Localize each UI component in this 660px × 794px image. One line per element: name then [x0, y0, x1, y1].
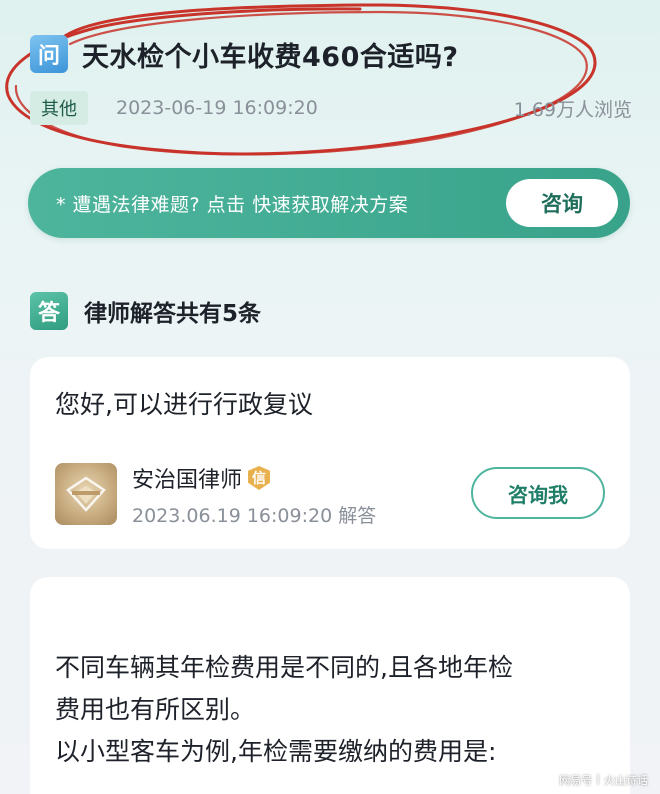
- view-count: 1.69万人浏览: [513, 98, 632, 121]
- question-title: 天水检个小车收费460合适吗?: [82, 41, 459, 73]
- answer-badge: 答: [30, 292, 68, 330]
- answer-line: 以小型客车为例,年检需要缴纳的费用是:: [55, 737, 497, 766]
- answer-card: 您好,可以进行行政复议 安治国律师 信 2023.06.19 16:09:20 …: [30, 357, 630, 549]
- consult-button[interactable]: 咨询: [506, 179, 618, 227]
- question-date: 2023-06-19 16:09:20: [116, 97, 318, 119]
- question-badge: 问: [30, 35, 68, 73]
- law-firm-logo-icon: [66, 476, 106, 512]
- lawyer-avatar[interactable]: [55, 463, 117, 525]
- question-meta: 其他 2023-06-19 16:09:20 1.69万人浏览: [30, 90, 632, 126]
- category-tag[interactable]: 其他: [30, 91, 88, 125]
- lawyer-info: 安治国律师 信 2023.06.19 16:09:20 解答 咨询我: [55, 461, 605, 527]
- question-header: 问 天水检个小车收费460合适吗?: [30, 34, 640, 74]
- consult-banner[interactable]: * 遭遇法律难题? 点击 快速获取解决方案 咨询: [28, 168, 630, 238]
- lawyer-name[interactable]: 安治国律师: [132, 462, 242, 494]
- verified-badge-icon: 信: [248, 466, 271, 490]
- watermark-source: 网易号: [559, 774, 593, 787]
- answer-text: 您好,可以进行行政复议: [55, 390, 313, 419]
- answer-time: 2023.06.19 16:09:20 解答: [132, 505, 377, 527]
- watermark: 网易号 | 火山诗话: [559, 772, 648, 788]
- answer-body: 不同车辆其年检费用是不同的,且各地年检 费用也有所区别。 以小型客车为例,年检需…: [55, 647, 615, 773]
- consult-me-button[interactable]: 咨询我: [471, 467, 605, 519]
- consult-banner-text: * 遭遇法律难题? 点击 快速获取解决方案: [56, 193, 409, 216]
- answer-line: 费用也有所区别。: [55, 695, 256, 724]
- watermark-author: 火山诗话: [604, 774, 648, 787]
- watermark-divider: |: [596, 772, 600, 785]
- answers-section-header: 答 律师解答共有5条: [30, 292, 261, 330]
- answer-card-2: 不同车辆其年检费用是不同的,且各地年检 费用也有所区别。 以小型客车为例,年检需…: [30, 577, 630, 794]
- answer-line: 不同车辆其年检费用是不同的,且各地年检: [55, 653, 513, 682]
- answers-count-title: 律师解答共有5条: [84, 301, 262, 327]
